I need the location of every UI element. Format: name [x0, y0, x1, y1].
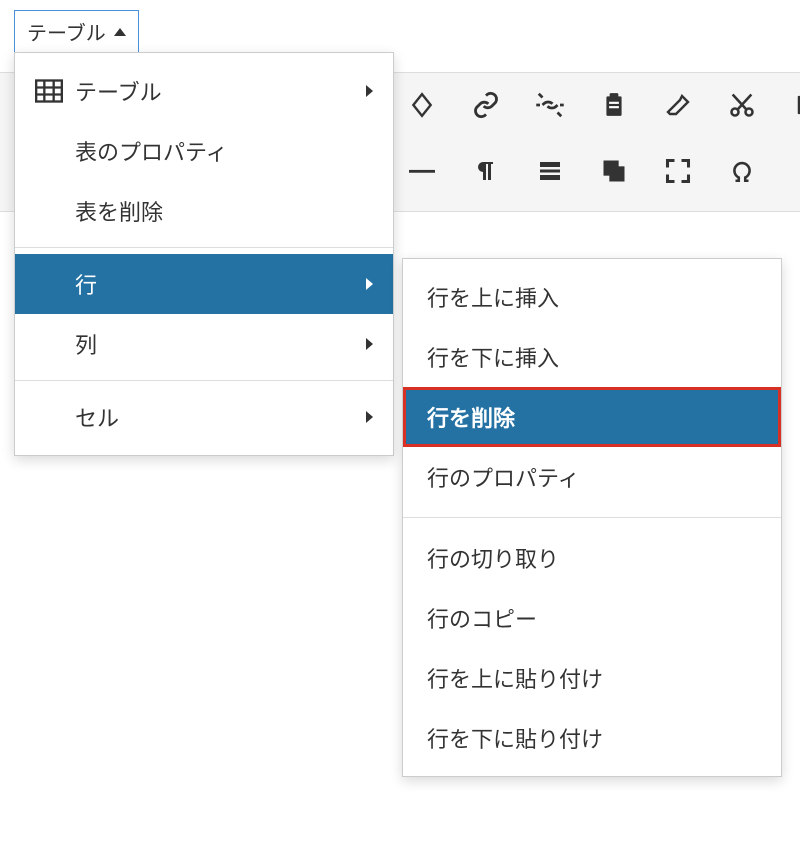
divider-icon[interactable] — [534, 155, 566, 187]
submenu-item-paste-row-above[interactable]: 行を上に貼り付け — [403, 648, 781, 708]
menu-item-table[interactable]: テーブル — [15, 61, 393, 121]
paste-icon[interactable] — [598, 89, 630, 121]
submenu-item-label: 行のプロパティ — [427, 466, 580, 491]
menu-item-cell[interactable]: セル — [15, 387, 393, 447]
menu-item-label: セル — [75, 401, 366, 433]
toolbar-row-2 — [406, 155, 758, 187]
menu-item-label: 列 — [75, 328, 366, 360]
submenu-item-label: 行を削除 — [427, 406, 515, 431]
menu-item-label: テーブル — [75, 75, 366, 107]
table-tab-label: テーブル — [27, 17, 106, 46]
submenu-item-paste-row-below[interactable]: 行を下に貼り付け — [403, 708, 781, 768]
menu-item-label: 表を削除 — [75, 195, 373, 227]
copy-icon[interactable] — [598, 155, 630, 187]
submenu-item-row-properties[interactable]: 行のプロパティ — [403, 447, 781, 507]
cut-icon[interactable] — [726, 89, 758, 121]
menu-separator — [15, 380, 393, 381]
table-tab-button[interactable]: テーブル — [14, 10, 139, 53]
menu-item-delete-table[interactable]: 表を削除 — [15, 181, 393, 241]
table-icon — [35, 79, 75, 103]
menu-item-label: 表のプロパティ — [75, 135, 373, 167]
submenu-item-label: 行を上に挿入 — [427, 286, 559, 311]
menu-item-row[interactable]: 行 — [15, 254, 393, 314]
table-menu: テーブル 表のプロパティ 表を削除 行 列 セル — [14, 52, 394, 456]
submenu-item-label: 行を下に挿入 — [427, 346, 559, 371]
box-icon[interactable] — [790, 89, 800, 121]
caret-right-icon — [366, 85, 373, 97]
caret-right-icon — [366, 338, 373, 350]
submenu-item-label: 行を下に貼り付け — [427, 727, 603, 752]
link-icon[interactable] — [470, 89, 502, 121]
minus-icon[interactable] — [406, 155, 438, 187]
submenu-item-copy-row[interactable]: 行のコピー — [403, 588, 781, 648]
submenu-item-insert-row-below[interactable]: 行を下に挿入 — [403, 327, 781, 387]
menu-item-column[interactable]: 列 — [15, 314, 393, 374]
submenu-item-label: 行を上に貼り付け — [427, 667, 603, 692]
submenu-item-delete-row[interactable]: 行を削除 — [403, 387, 781, 447]
omega-icon[interactable] — [726, 155, 758, 187]
paragraph-icon[interactable] — [470, 155, 502, 187]
caret-right-icon — [366, 278, 373, 290]
submenu-item-cut-row[interactable]: 行の切り取り — [403, 528, 781, 588]
diamond-icon[interactable] — [406, 89, 438, 121]
menu-separator — [15, 247, 393, 248]
submenu-item-label: 行のコピー — [427, 607, 537, 632]
toolbar-row-1 — [406, 89, 800, 121]
unlink-icon[interactable] — [534, 89, 566, 121]
menu-item-label: 行 — [75, 268, 366, 300]
submenu-item-label: 行の切り取り — [427, 547, 559, 572]
menu-item-table-properties[interactable]: 表のプロパティ — [15, 121, 393, 181]
fullscreen-icon[interactable] — [662, 155, 694, 187]
eraser-icon[interactable] — [662, 89, 694, 121]
submenu-item-insert-row-above[interactable]: 行を上に挿入 — [403, 267, 781, 327]
caret-up-icon — [114, 28, 126, 36]
submenu-separator — [403, 517, 781, 518]
caret-right-icon — [366, 411, 373, 423]
row-submenu: 行を上に挿入 行を下に挿入 行を削除 行のプロパティ 行の切り取り 行のコピー … — [402, 258, 782, 777]
